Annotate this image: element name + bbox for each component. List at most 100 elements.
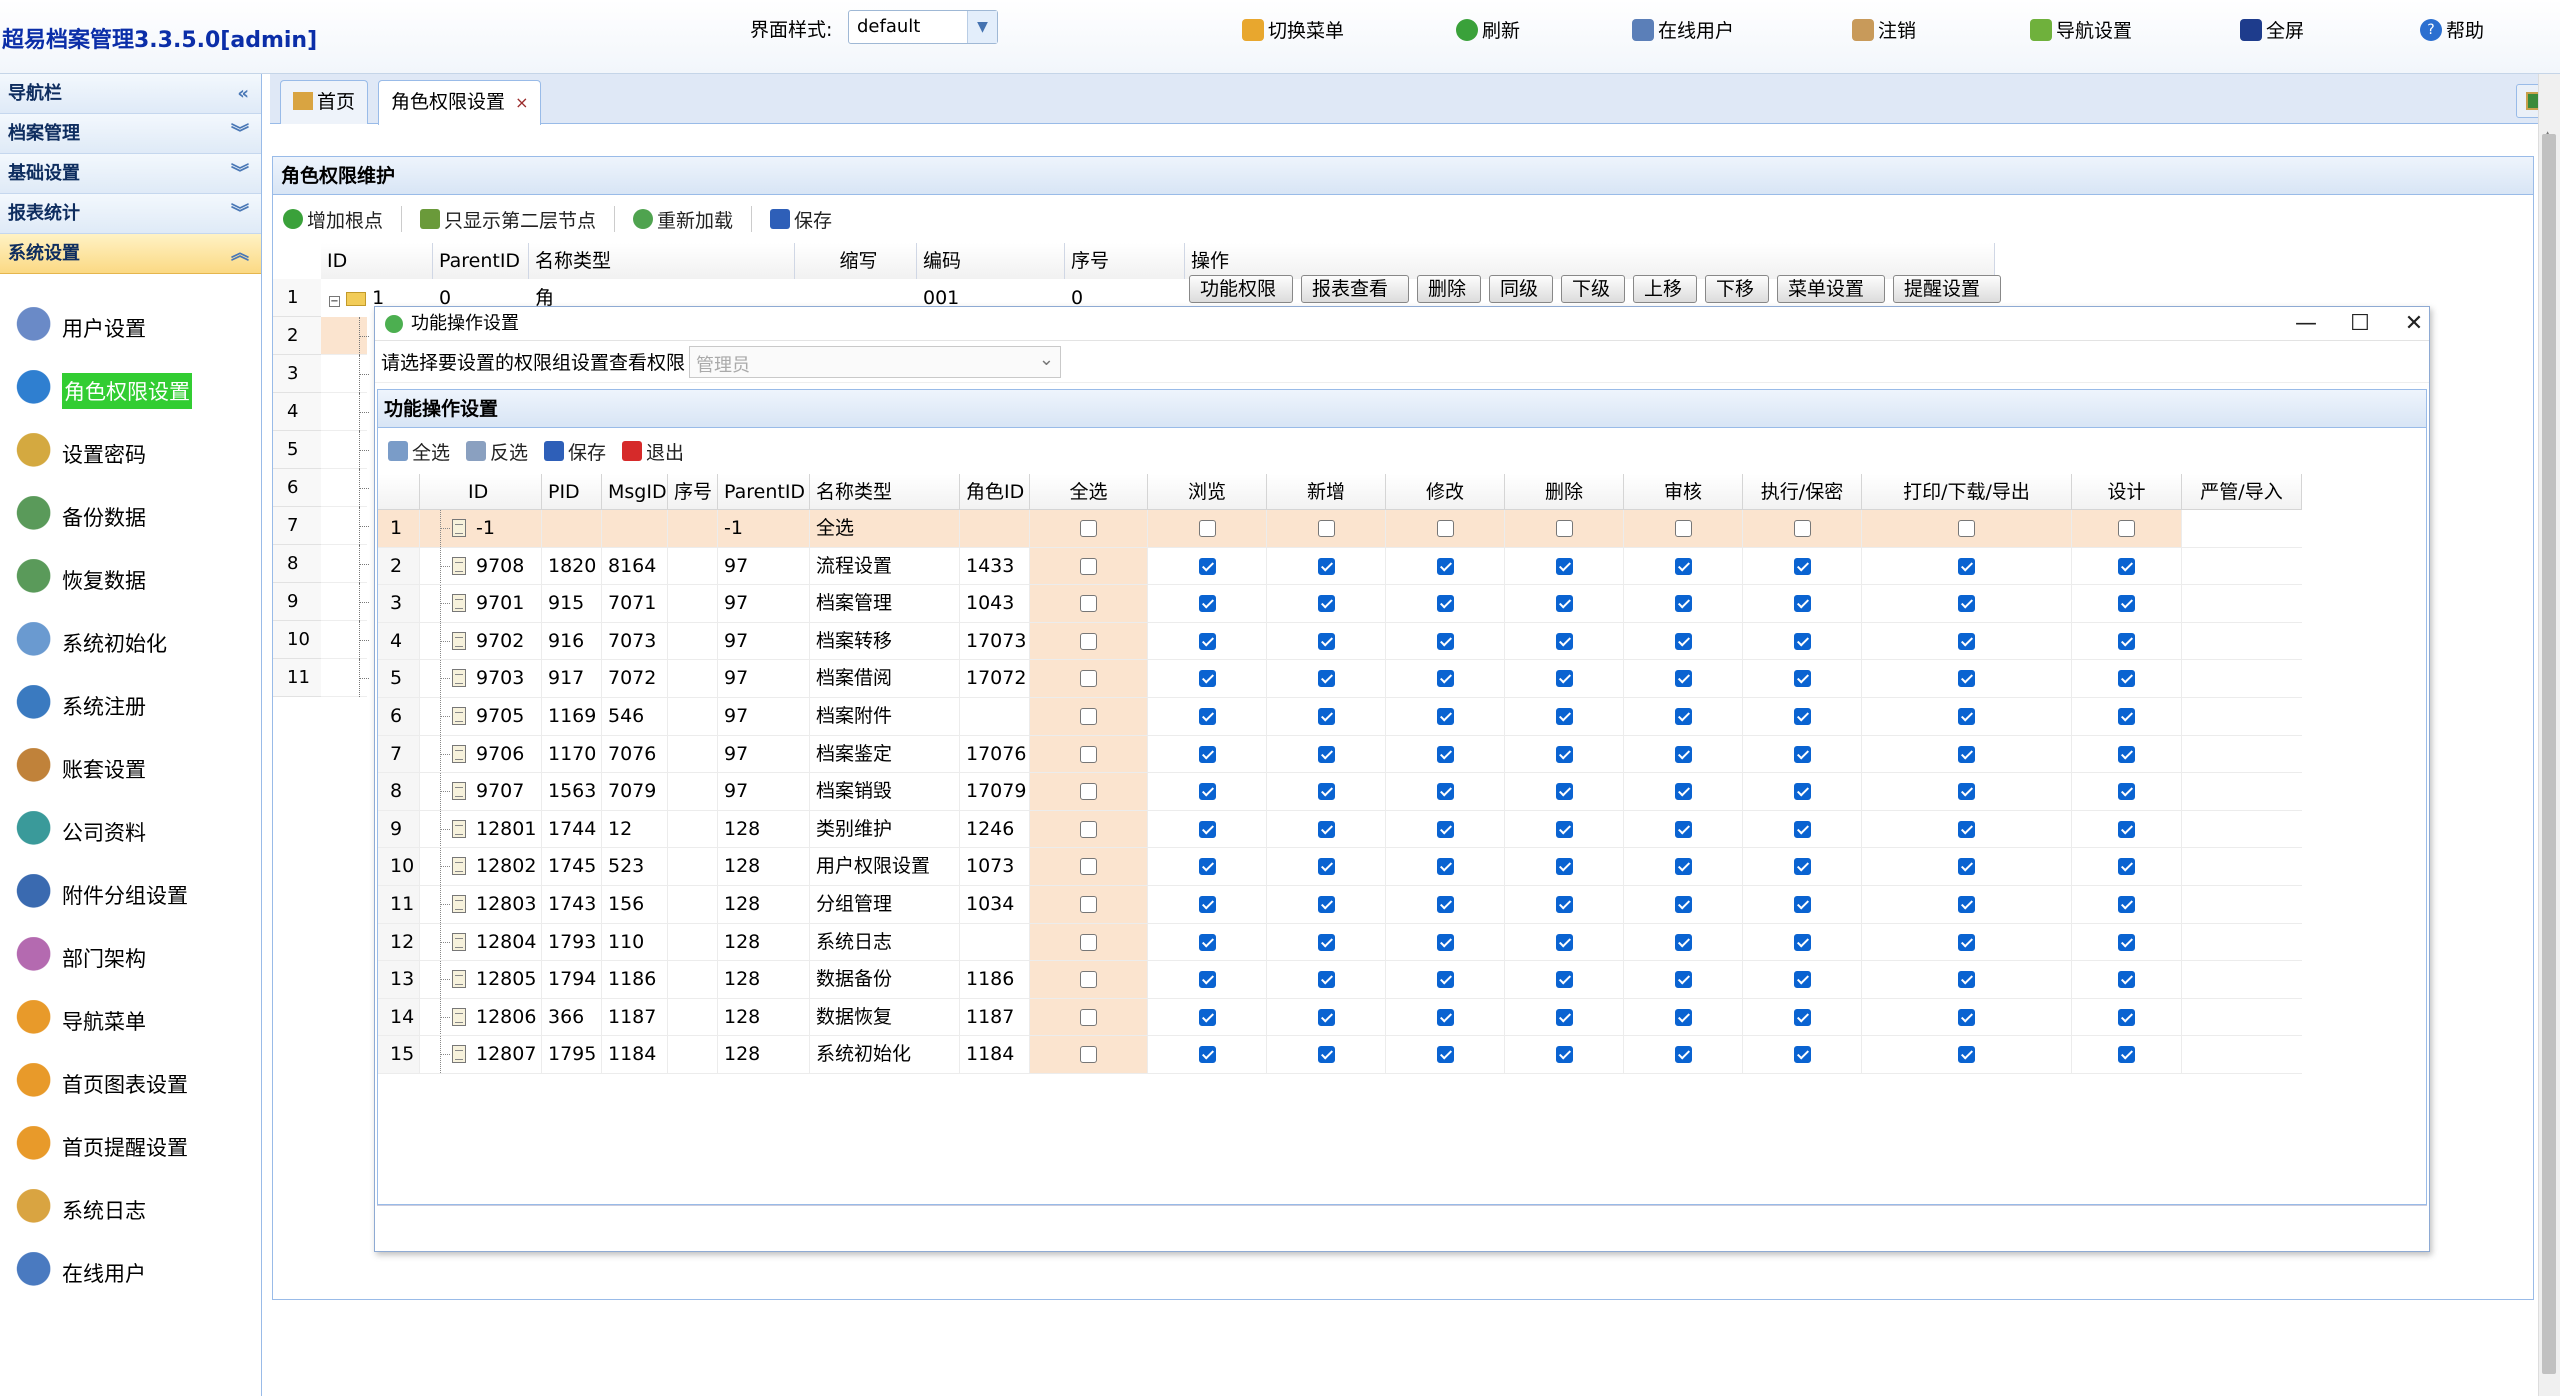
permission-cell[interactable] xyxy=(1386,886,1505,924)
permission-checkbox[interactable] xyxy=(1674,745,1692,763)
permission-cell[interactable] xyxy=(1386,848,1505,886)
permission-checkbox[interactable] xyxy=(1674,1046,1692,1064)
permission-cell[interactable] xyxy=(1624,1036,1743,1074)
permission-checkbox[interactable] xyxy=(1080,595,1097,613)
permission-checkbox[interactable] xyxy=(2118,933,2135,951)
permission-cell[interactable] xyxy=(1743,773,1862,811)
permission-checkbox[interactable] xyxy=(2118,745,2135,763)
permission-checkbox[interactable] xyxy=(1317,708,1335,725)
permission-checkbox[interactable] xyxy=(1555,557,1573,575)
permission-checkbox[interactable] xyxy=(1436,971,1454,989)
permission-checkbox[interactable] xyxy=(1436,595,1454,613)
permission-cell[interactable] xyxy=(1267,1036,1386,1074)
col-header-11[interactable]: 修改 xyxy=(1386,474,1505,510)
permission-checkbox[interactable] xyxy=(2118,896,2135,913)
permission-checkbox[interactable] xyxy=(1080,971,1097,989)
permission-cell[interactable] xyxy=(1505,622,1624,661)
permission-checkbox[interactable] xyxy=(1793,745,1811,763)
permission-checkbox[interactable] xyxy=(1436,520,1454,537)
permission-checkbox[interactable] xyxy=(1198,632,1216,650)
col-header-code[interactable]: 编码 xyxy=(917,243,1065,279)
permission-checkbox[interactable] xyxy=(1317,783,1335,801)
permission-checkbox[interactable] xyxy=(1317,820,1335,838)
permission-checkbox[interactable] xyxy=(2118,1008,2135,1026)
permission-checkbox[interactable] xyxy=(1958,557,1975,575)
permission-cell[interactable] xyxy=(1862,810,2072,849)
permission-checkbox[interactable] xyxy=(1198,520,1216,537)
sidebar-item-12[interactable]: 导航菜单 xyxy=(0,989,261,1052)
permission-checkbox[interactable] xyxy=(1674,520,1692,537)
action-button-5[interactable]: 下级 xyxy=(1561,275,1625,303)
permission-cell[interactable] xyxy=(1624,923,1743,962)
permission-cell[interactable] xyxy=(1267,735,1386,774)
permission-cell[interactable] xyxy=(1624,547,1743,586)
permission-cell[interactable] xyxy=(1148,773,1267,811)
permission-cell[interactable] xyxy=(2072,848,2182,886)
permission-checkbox[interactable] xyxy=(1198,858,1216,876)
permission-cell[interactable] xyxy=(1862,773,2072,811)
permission-checkbox[interactable] xyxy=(1555,858,1573,876)
permission-cell[interactable] xyxy=(1267,923,1386,962)
permission-checkbox[interactable] xyxy=(1317,1008,1335,1026)
permission-cell[interactable] xyxy=(1505,547,1624,586)
permission-checkbox[interactable] xyxy=(1080,745,1097,763)
permission-checkbox[interactable] xyxy=(1793,896,1811,913)
permission-checkbox[interactable] xyxy=(1080,820,1097,838)
permission-checkbox[interactable] xyxy=(1436,632,1454,650)
refresh-link[interactable]: 刷新 xyxy=(1456,16,1520,43)
row-select-all-cell[interactable] xyxy=(1030,773,1148,811)
permission-cell[interactable] xyxy=(1624,961,1743,999)
row-select-all-cell[interactable] xyxy=(1030,998,1148,1037)
sidebar-item-2[interactable]: 角色权限设置 xyxy=(0,359,261,422)
permission-checkbox[interactable] xyxy=(1674,632,1692,650)
action-button-7[interactable]: 下移 xyxy=(1705,275,1769,303)
scrollbar-thumb[interactable] xyxy=(2542,134,2556,1374)
nav-group-report[interactable]: 报表统计 ︾ xyxy=(0,194,261,234)
permission-checkbox[interactable] xyxy=(1080,670,1097,688)
permission-checkbox[interactable] xyxy=(1080,520,1097,537)
col-header-14[interactable]: 执行/保密 xyxy=(1743,474,1862,510)
nav-group-system[interactable]: 系统设置 ︽ xyxy=(0,234,261,274)
permission-cell[interactable] xyxy=(1624,510,1743,548)
permission-checkbox[interactable] xyxy=(1317,670,1335,688)
switch-menu-link[interactable]: 切换菜单 xyxy=(1242,16,1344,43)
tab-home[interactable]: 首页 xyxy=(280,80,369,124)
permission-cell[interactable] xyxy=(1267,585,1386,623)
col-header-16[interactable]: 设计 xyxy=(2072,474,2182,510)
nav-group-archive[interactable]: 档案管理 ︾ xyxy=(0,114,261,154)
permission-cell[interactable] xyxy=(1505,923,1624,962)
permission-cell[interactable] xyxy=(1505,698,1624,736)
permission-cell[interactable] xyxy=(1386,998,1505,1037)
permission-checkbox[interactable] xyxy=(1793,708,1811,725)
permission-checkbox[interactable] xyxy=(1674,820,1692,838)
sidebar-item-9[interactable]: 公司资料 xyxy=(0,800,261,863)
col-header-seq[interactable]: 序号 xyxy=(1065,243,1185,279)
permission-cell[interactable] xyxy=(1505,660,1624,698)
permission-cell[interactable] xyxy=(1148,660,1267,698)
permission-cell[interactable] xyxy=(1148,886,1267,924)
permission-cell[interactable] xyxy=(1267,622,1386,661)
permission-cell[interactable] xyxy=(1862,510,2072,548)
permission-checkbox[interactable] xyxy=(2118,1046,2135,1064)
permission-checkbox[interactable] xyxy=(1958,783,1975,801)
permission-checkbox[interactable] xyxy=(1436,858,1454,876)
sidebar-item-15[interactable]: 系统日志 xyxy=(0,1178,261,1241)
exit-button[interactable]: 退出 xyxy=(622,438,684,465)
permission-checkbox[interactable] xyxy=(1674,708,1692,725)
permission-cell[interactable] xyxy=(1862,660,2072,698)
sidebar-item-6[interactable]: 系统初始化 xyxy=(0,611,261,674)
permission-checkbox[interactable] xyxy=(1958,1008,1975,1026)
permission-checkbox[interactable] xyxy=(1555,708,1573,725)
permission-checkbox[interactable] xyxy=(1317,520,1335,537)
permission-checkbox[interactable] xyxy=(1555,520,1573,537)
reload-button[interactable]: 重新加载 xyxy=(633,206,733,233)
permission-cell[interactable] xyxy=(1862,886,2072,924)
permission-cell[interactable] xyxy=(2072,1036,2182,1074)
permission-cell[interactable] xyxy=(1743,510,1862,548)
permission-cell[interactable] xyxy=(2072,886,2182,924)
permission-cell[interactable] xyxy=(1148,923,1267,962)
row-select-all-cell[interactable] xyxy=(1030,923,1148,962)
permission-cell[interactable] xyxy=(1267,810,1386,849)
action-button-3[interactable]: 删除 xyxy=(1417,275,1481,303)
close-icon[interactable]: ✕ xyxy=(2387,307,2441,341)
